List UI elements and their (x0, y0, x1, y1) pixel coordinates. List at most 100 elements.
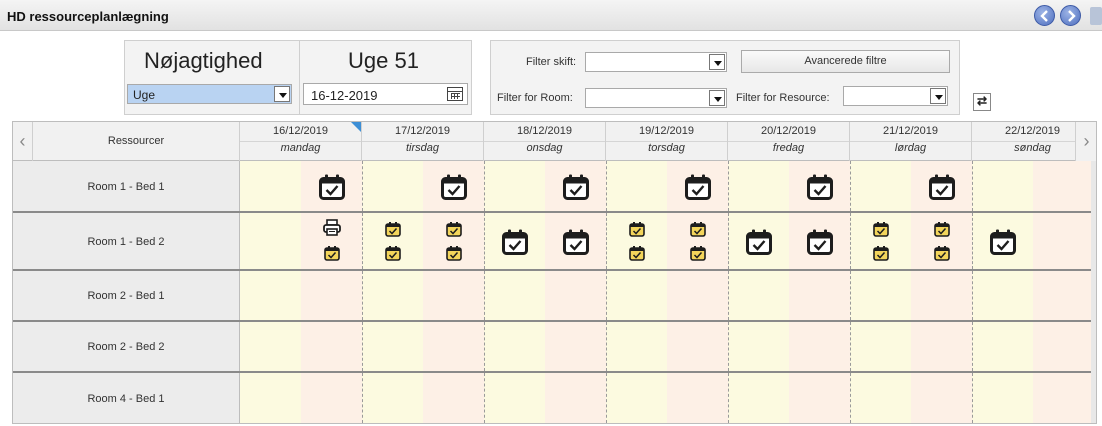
slot-morning[interactable] (240, 373, 301, 423)
calendar-check-small-icon[interactable] (689, 245, 706, 261)
calendar-check-small-icon[interactable] (872, 221, 889, 237)
calendar-check-small-icon[interactable] (628, 245, 645, 261)
calendar-check-small-icon[interactable] (323, 245, 340, 261)
menu-stub[interactable] (1090, 7, 1102, 25)
slot-morning[interactable] (850, 322, 911, 371)
calendar-check-icon[interactable] (745, 228, 773, 256)
slot-afternoon[interactable] (301, 322, 362, 371)
calendar-check-icon[interactable] (440, 173, 468, 201)
printer-icon[interactable] (322, 219, 341, 236)
chevron-down-icon[interactable] (709, 54, 725, 70)
slot-morning[interactable] (606, 161, 667, 211)
precision-select[interactable]: Uge (127, 84, 292, 104)
slot-morning[interactable] (240, 271, 301, 320)
slot-afternoon[interactable] (1033, 213, 1094, 269)
slot-morning[interactable] (484, 373, 545, 423)
calendar-grid-icon[interactable] (447, 87, 463, 101)
slot-morning[interactable] (362, 161, 423, 211)
slot-afternoon[interactable] (667, 322, 728, 371)
slot-morning[interactable] (850, 271, 911, 320)
calendar-check-icon[interactable] (501, 228, 529, 256)
slot-morning[interactable] (850, 161, 911, 211)
vertical-scrollbar[interactable] (1091, 161, 1096, 423)
slot-morning[interactable] (606, 322, 667, 371)
calendar-check-small-icon[interactable] (445, 245, 462, 261)
slot-morning[interactable] (240, 213, 301, 269)
calendar-check-small-icon[interactable] (689, 221, 706, 237)
slot-morning[interactable] (728, 161, 789, 211)
slot-morning[interactable] (362, 322, 423, 371)
slot-morning[interactable] (728, 373, 789, 423)
calendar-check-small-icon[interactable] (933, 221, 950, 237)
slot-morning[interactable] (240, 322, 301, 371)
slot-afternoon[interactable] (1033, 322, 1094, 371)
filter-shift-select[interactable] (585, 52, 727, 72)
previous-week-button[interactable] (1034, 5, 1055, 26)
slot-afternoon[interactable] (789, 373, 850, 423)
slot-afternoon[interactable] (911, 271, 972, 320)
slot-morning[interactable] (240, 161, 301, 211)
slot-morning[interactable] (362, 271, 423, 320)
slot-afternoon[interactable] (667, 271, 728, 320)
scroll-right-button[interactable]: › (1075, 122, 1096, 161)
slot-afternoon[interactable] (1033, 161, 1094, 211)
slot-afternoon[interactable] (545, 322, 606, 371)
calendar-check-small-icon[interactable] (872, 245, 889, 261)
scroll-left-button[interactable]: ‹ (13, 122, 33, 161)
slot-morning[interactable] (972, 322, 1033, 371)
slot-afternoon[interactable] (423, 271, 484, 320)
slot-morning[interactable] (484, 271, 545, 320)
slot-morning[interactable] (972, 271, 1033, 320)
date-input[interactable]: 16-12-2019 (303, 83, 468, 105)
slot-morning[interactable] (606, 373, 667, 423)
filter-resource-select[interactable] (843, 86, 948, 106)
day-header[interactable]: 18/12/2019 onsdag (484, 122, 606, 161)
slot-afternoon[interactable] (301, 271, 362, 320)
advanced-filters-button[interactable]: Avancerede filtre (741, 50, 950, 73)
calendar-check-icon[interactable] (562, 228, 590, 256)
next-week-button[interactable] (1060, 5, 1081, 26)
slot-afternoon[interactable] (789, 322, 850, 371)
slot-afternoon[interactable] (789, 271, 850, 320)
day-header[interactable]: 19/12/2019 torsdag (606, 122, 728, 161)
slot-morning[interactable] (728, 322, 789, 371)
filter-room-select[interactable] (585, 88, 727, 108)
slot-afternoon[interactable] (545, 373, 606, 423)
slot-morning[interactable] (972, 373, 1033, 423)
slot-afternoon[interactable] (423, 322, 484, 371)
slot-morning[interactable] (484, 322, 545, 371)
calendar-check-icon[interactable] (989, 228, 1017, 256)
calendar-check-icon[interactable] (318, 173, 346, 201)
chevron-down-icon[interactable] (274, 86, 290, 102)
slot-morning[interactable] (606, 271, 667, 320)
refresh-icon[interactable]: ⇄ (973, 93, 991, 111)
slot-morning[interactable] (972, 161, 1033, 211)
slot-afternoon[interactable] (301, 373, 362, 423)
slot-afternoon[interactable] (545, 271, 606, 320)
slot-morning[interactable] (850, 373, 911, 423)
chevron-down-icon[interactable] (930, 88, 946, 104)
calendar-check-icon[interactable] (806, 173, 834, 201)
calendar-check-small-icon[interactable] (384, 245, 401, 261)
slot-afternoon[interactable] (911, 373, 972, 423)
calendar-check-small-icon[interactable] (384, 221, 401, 237)
slot-afternoon[interactable] (667, 373, 728, 423)
calendar-check-icon[interactable] (806, 228, 834, 256)
slot-afternoon[interactable] (911, 322, 972, 371)
calendar-check-icon[interactable] (562, 173, 590, 201)
day-header[interactable]: 16/12/2019 mandag (240, 122, 362, 161)
calendar-check-small-icon[interactable] (933, 245, 950, 261)
slot-morning[interactable] (362, 373, 423, 423)
day-header[interactable]: 20/12/2019 fredag (728, 122, 850, 161)
calendar-check-small-icon[interactable] (445, 221, 462, 237)
slot-morning[interactable] (728, 271, 789, 320)
slot-afternoon[interactable] (1033, 271, 1094, 320)
slot-afternoon[interactable] (423, 373, 484, 423)
day-header[interactable]: 17/12/2019 tirsdag (362, 122, 484, 161)
day-header[interactable]: 21/12/2019 lørdag (850, 122, 972, 161)
slot-morning[interactable] (484, 161, 545, 211)
chevron-down-icon[interactable] (709, 90, 725, 106)
slot-afternoon[interactable] (1033, 373, 1094, 423)
calendar-check-small-icon[interactable] (628, 221, 645, 237)
calendar-check-icon[interactable] (928, 173, 956, 201)
